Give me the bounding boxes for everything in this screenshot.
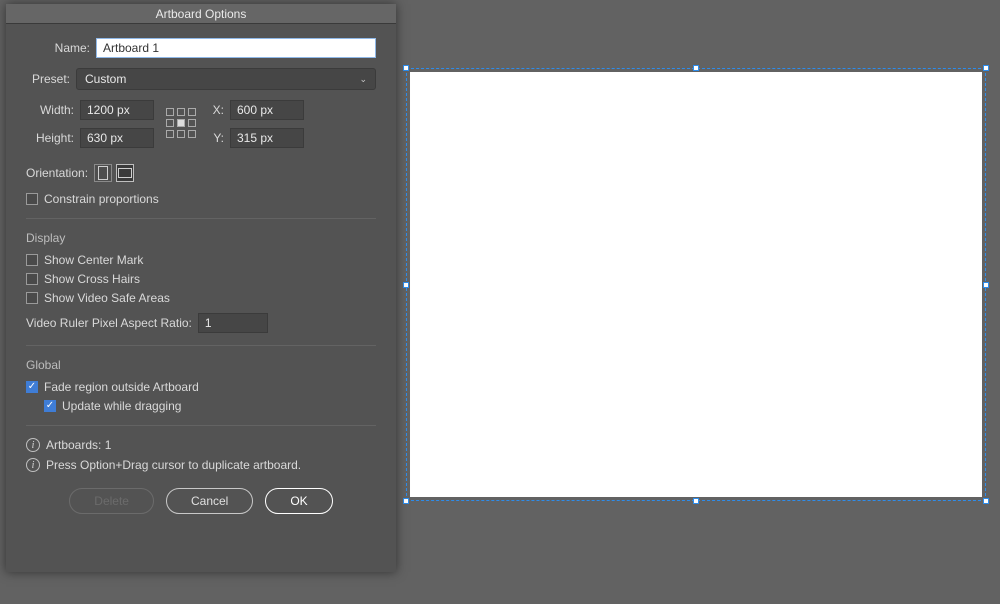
cancel-button[interactable]: Cancel [166,488,253,514]
preset-label: Preset: [26,72,70,86]
artboard-options-dialog: Artboard Options Name: Preset: Custom ⌄ … [6,4,396,572]
pixel-aspect-label: Video Ruler Pixel Aspect Ratio: [26,316,192,330]
show-center-label: Show Center Mark [44,253,143,267]
width-label: Width: [26,103,74,117]
update-dragging-label: Update while dragging [62,399,181,413]
name-label: Name: [46,41,90,55]
pixel-aspect-input[interactable] [198,313,268,333]
resize-handle-nw[interactable] [403,65,409,71]
fade-region-label: Fade region outside Artboard [44,380,199,394]
orientation-landscape-button[interactable] [116,164,134,182]
x-label: X: [208,103,224,117]
width-input[interactable] [80,100,154,120]
preset-value: Custom [85,72,126,86]
artboards-count: Artboards: 1 [46,438,111,452]
orientation-label: Orientation: [26,166,88,180]
y-input[interactable] [230,128,304,148]
update-dragging-checkbox[interactable] [44,400,56,412]
resize-handle-e[interactable] [983,282,989,288]
delete-button: Delete [69,488,154,514]
display-heading: Display [26,231,376,245]
duplicate-hint: Press Option+Drag cursor to duplicate ar… [46,458,301,472]
constrain-proportions-label: Constrain proportions [44,192,159,206]
y-label: Y: [208,131,224,145]
resize-handle-ne[interactable] [983,65,989,71]
global-heading: Global [26,358,376,372]
show-crosshairs-checkbox[interactable] [26,273,38,285]
preset-select[interactable]: Custom ⌄ [76,68,376,90]
name-input[interactable] [96,38,376,58]
resize-handle-w[interactable] [403,282,409,288]
info-icon: i [26,438,40,452]
dialog-title: Artboard Options [6,4,396,24]
resize-handle-sw[interactable] [403,498,409,504]
reference-point-grid[interactable] [166,108,196,138]
resize-handle-se[interactable] [983,498,989,504]
resize-handle-s[interactable] [693,498,699,504]
show-center-checkbox[interactable] [26,254,38,266]
artboard-canvas [410,72,982,497]
ok-button[interactable]: OK [265,488,332,514]
chevron-down-icon: ⌄ [359,74,367,85]
constrain-proportions-checkbox[interactable] [26,193,38,205]
orientation-portrait-button[interactable] [94,164,112,182]
show-crosshairs-label: Show Cross Hairs [44,272,140,286]
show-video-safe-label: Show Video Safe Areas [44,291,170,305]
show-video-safe-checkbox[interactable] [26,292,38,304]
height-label: Height: [26,131,74,145]
x-input[interactable] [230,100,304,120]
height-input[interactable] [80,128,154,148]
resize-handle-n[interactable] [693,65,699,71]
fade-region-checkbox[interactable] [26,381,38,393]
info-icon: i [26,458,40,472]
